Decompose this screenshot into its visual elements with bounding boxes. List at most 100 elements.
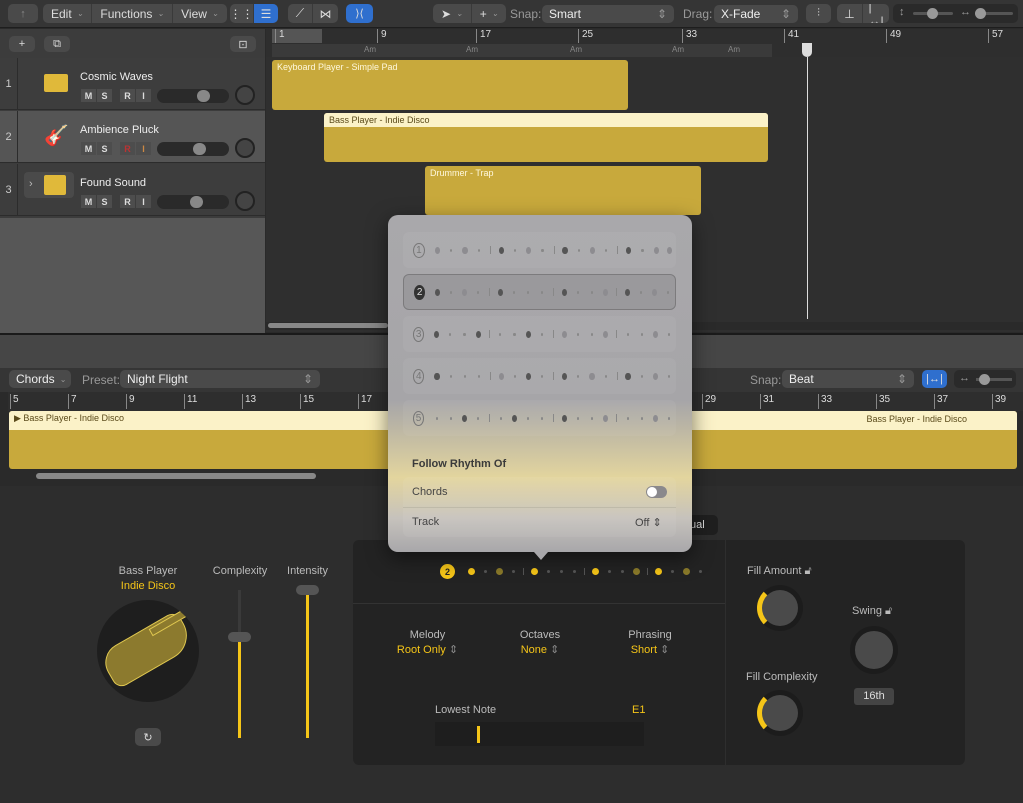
pointer-tool[interactable]: ➤ ⌄	[433, 4, 472, 23]
edit-menu[interactable]: Edit ⌄	[43, 4, 93, 23]
volume-slider[interactable]	[157, 142, 229, 156]
bass-guitar-artwork[interactable]	[97, 600, 199, 702]
pan-knob[interactable]	[235, 138, 255, 158]
chevron-down-icon: ⌄	[59, 374, 67, 384]
solo-button[interactable]: S	[97, 142, 112, 155]
pan-knob[interactable]	[235, 85, 255, 105]
chords-toggle[interactable]	[646, 486, 667, 498]
view-menu[interactable]: View ⌄	[173, 4, 227, 23]
rhythm-dot	[434, 246, 440, 254]
divider	[403, 507, 676, 508]
functions-menu[interactable]: Functions ⌄	[92, 4, 174, 23]
track-row[interactable]: 3 › Found Sound MS RI	[0, 164, 265, 216]
chord-marker[interactable]: Am	[364, 45, 376, 54]
back-button[interactable]: ↑	[8, 4, 38, 23]
player-style[interactable]: Indie Disco	[100, 580, 196, 592]
editor-zoom-handle[interactable]	[979, 374, 990, 385]
pattern-option[interactable]: 1	[403, 232, 676, 268]
input-monitor-button[interactable]: I	[136, 89, 151, 102]
volume-slider[interactable]	[157, 195, 229, 209]
volume-handle[interactable]	[190, 196, 203, 208]
region-keyboard-player[interactable]: Keyboard Player - Simple Pad	[272, 60, 628, 110]
volume-slider[interactable]	[157, 89, 229, 103]
mute-button[interactable]: M	[81, 195, 96, 208]
grid-view-icon[interactable]: ⋮⋮	[230, 4, 254, 23]
record-enable-button[interactable]: R	[120, 142, 135, 155]
snap-select[interactable]: Smart ⇕	[542, 5, 674, 23]
view-selector[interactable]: Chords ⌄	[9, 370, 71, 388]
swing-knob[interactable]	[850, 626, 898, 674]
crosshair-tool[interactable]: + ⌄	[472, 4, 507, 23]
solo-button[interactable]: S	[97, 89, 112, 102]
track-select[interactable]: Off ⇕	[635, 516, 662, 529]
melody-select[interactable]: Root Only ⇕	[390, 643, 465, 656]
track-stack-disclosure[interactable]: ›	[24, 172, 74, 198]
refresh-button[interactable]: ↻	[135, 728, 161, 746]
horizontal-zoom-handle[interactable]	[975, 8, 986, 19]
drag-select[interactable]: X-Fade ⇕	[714, 5, 798, 23]
keyboard-icon	[44, 74, 68, 92]
horizontal-fit-icon[interactable]: |↔|	[863, 4, 889, 23]
record-enable-button[interactable]: R	[120, 89, 135, 102]
rhythm-dot	[605, 248, 608, 252]
duplicate-track-button[interactable]: ⧉	[44, 36, 70, 52]
automation-group: ⟋ ⋈	[288, 4, 338, 23]
fill-complexity-knob[interactable]	[757, 690, 803, 736]
swing-resolution[interactable]: 16th	[854, 688, 894, 705]
catch-playhead-button[interactable]: ⟩⟨	[346, 4, 373, 23]
chord-marker[interactable]: Am	[728, 45, 740, 54]
pattern-option[interactable]: 4	[403, 358, 676, 394]
guitar-icon: 🎸	[44, 125, 69, 147]
list-view-icon[interactable]: ☰	[254, 4, 278, 23]
horizontal-zoom-icon: ↔	[960, 6, 971, 18]
chord-marker[interactable]: Am	[570, 45, 582, 54]
editor-scrollbar-thumb[interactable]	[36, 473, 316, 479]
rhythm-dot	[434, 372, 440, 380]
ruler-bar-label: 25	[578, 29, 593, 43]
intensity-slider-handle[interactable]	[296, 585, 319, 595]
horizontal-scrollbar-thumb[interactable]	[268, 323, 388, 328]
pattern-option[interactable]: 2	[403, 274, 676, 310]
waveform-zoom-button[interactable]: ⫶	[806, 4, 831, 23]
editor-ruler-bar-label: 5	[10, 394, 19, 409]
unlock-icon[interactable]: 🔓︎	[804, 565, 811, 577]
chord-marker[interactable]: Am	[466, 45, 478, 54]
automation-icon[interactable]: ⟋	[288, 4, 313, 23]
download-button[interactable]: ⊡	[230, 36, 256, 52]
lowest-note-handle[interactable]	[477, 726, 480, 743]
horizontal-fit-icon: |↔|	[926, 373, 943, 385]
volume-handle[interactable]	[197, 90, 210, 102]
input-monitor-button[interactable]: I	[136, 142, 151, 155]
record-enable-button[interactable]: R	[120, 195, 135, 208]
pan-knob[interactable]	[235, 191, 255, 211]
track-row[interactable]: 2 🎸 Ambience Pluck MS RI	[0, 111, 265, 163]
empty-track-area	[0, 218, 265, 348]
lowest-note-range[interactable]	[435, 722, 644, 746]
input-monitor-button[interactable]: I	[136, 195, 151, 208]
unlock-icon[interactable]: 🔓︎	[885, 605, 892, 617]
preset-select[interactable]: Night Flight ⇕	[120, 370, 320, 388]
vertical-zoom-handle[interactable]	[927, 8, 938, 19]
track-row[interactable]: 1 Cosmic Waves MS RI	[0, 58, 265, 110]
region-bass-player[interactable]: Bass Player - Indie Disco	[324, 113, 768, 162]
solo-button[interactable]: S	[97, 195, 112, 208]
chord-marker[interactable]: Am	[672, 45, 684, 54]
pattern-option[interactable]: 5	[403, 400, 676, 436]
octaves-select[interactable]: None ⇕	[505, 643, 575, 656]
flex-icon[interactable]: ⋈	[313, 4, 338, 23]
fill-amount-knob[interactable]	[757, 585, 803, 631]
complexity-slider-handle[interactable]	[228, 632, 251, 642]
editor-snap-select[interactable]: Beat ⇕	[782, 370, 914, 388]
phrasing-select[interactable]: Short ⇕	[620, 643, 680, 656]
pattern-option[interactable]: 3	[403, 316, 676, 352]
vertical-fit-icon[interactable]: ⊥	[837, 4, 863, 23]
fit-button[interactable]: |↔|	[922, 370, 947, 388]
mute-button[interactable]: M	[81, 142, 96, 155]
playhead-handle[interactable]	[802, 43, 812, 57]
beat-divider	[584, 567, 585, 575]
mute-button[interactable]: M	[81, 89, 96, 102]
pattern-badge[interactable]: 2	[440, 564, 455, 579]
volume-handle[interactable]	[193, 143, 206, 155]
add-track-button[interactable]: +	[9, 36, 35, 52]
region-drummer[interactable]: Drummer - Trap	[425, 166, 701, 215]
